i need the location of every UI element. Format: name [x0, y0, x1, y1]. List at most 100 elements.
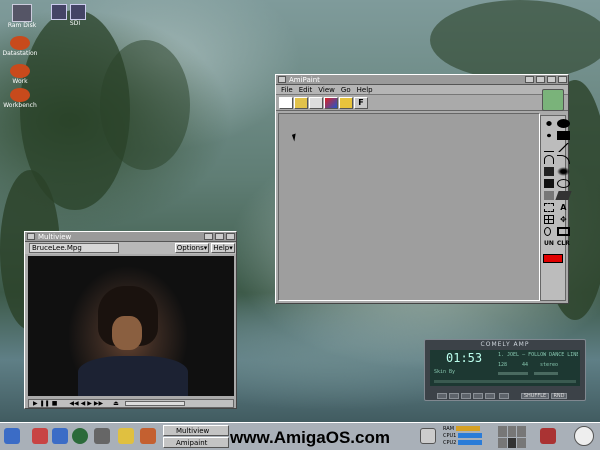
multiview-window: Multiview BruceLee.Mpg Options▾ Help▾ ▶ … — [24, 231, 237, 409]
new-icon[interactable] — [279, 97, 293, 109]
video-frame — [28, 256, 234, 396]
close-icon[interactable] — [278, 76, 286, 83]
floppy-icon — [48, 4, 88, 20]
brush-square-icon[interactable] — [556, 131, 570, 140]
depth-icon[interactable] — [226, 233, 235, 240]
iconify-icon[interactable] — [525, 76, 534, 83]
current-color-swatch[interactable] — [543, 254, 563, 263]
play-icon[interactable]: ▶ — [33, 401, 38, 407]
task-amipaint[interactable]: Amipaint — [163, 437, 229, 448]
desktop-icon-workbench[interactable]: Workbench — [0, 88, 40, 109]
depth-icon[interactable] — [547, 76, 556, 83]
seek-bar[interactable] — [434, 380, 576, 383]
folder-icon[interactable] — [339, 97, 353, 109]
step-back-icon[interactable]: ◀ — [81, 401, 86, 407]
canvas[interactable] — [278, 113, 540, 301]
select-icon[interactable] — [544, 203, 554, 212]
pause-button[interactable] — [461, 393, 471, 399]
brush-small-icon[interactable] — [544, 131, 554, 140]
volume-slider[interactable] — [498, 372, 528, 375]
step-forward-icon[interactable]: ▶ — [87, 401, 92, 407]
amipaint-menubar: File Edit View Go Help — [276, 85, 568, 95]
spray-icon[interactable] — [556, 167, 570, 176]
menu-file[interactable]: File — [281, 85, 293, 94]
font-icon[interactable]: F — [354, 97, 368, 109]
undo-icon[interactable]: UN — [544, 239, 554, 248]
disk-icon — [12, 4, 32, 22]
amipaint-window: AmiPaint File Edit View Go Help F A ✥ UN… — [275, 74, 572, 304]
meter-cpu2: CPU2 — [443, 440, 493, 447]
globe-icon[interactable] — [72, 428, 88, 444]
desktop-icon-sdi[interactable]: SDI — [48, 4, 88, 27]
brush-dots-icon[interactable] — [544, 119, 554, 128]
desktop-icon-ramdisk[interactable]: Ram Disk — [2, 4, 42, 29]
airbrush-icon[interactable] — [555, 191, 572, 200]
rewind-icon[interactable]: ◀◀ — [69, 401, 78, 407]
menu-help[interactable]: Help — [357, 85, 373, 94]
menu-go[interactable]: Go — [341, 85, 351, 94]
seek-slider[interactable] — [124, 401, 185, 406]
line-icon[interactable] — [556, 143, 570, 152]
prefs-icon[interactable] — [540, 428, 556, 444]
prefs-icon[interactable] — [140, 428, 156, 444]
eraser-icon[interactable] — [544, 191, 554, 200]
grid-icon[interactable] — [544, 215, 554, 224]
workspace-grid-icon[interactable] — [498, 426, 526, 448]
cube-icon[interactable] — [52, 428, 68, 444]
paint-icon[interactable] — [118, 428, 134, 444]
close-icon[interactable] — [27, 233, 35, 240]
desktop-icon-datastation[interactable]: Datastation — [0, 36, 40, 57]
brush-circle-icon[interactable] — [556, 119, 570, 128]
amp-title[interactable]: COMELY AMP — [425, 341, 585, 348]
text-icon[interactable]: A — [557, 203, 570, 212]
stop-icon[interactable]: ■ — [52, 401, 58, 407]
filename-field[interactable]: BruceLee.Mpg — [29, 243, 119, 253]
tools-icon[interactable] — [32, 428, 48, 444]
options-menu-button[interactable]: Options▾ — [175, 243, 209, 253]
curve-icon[interactable] — [544, 155, 554, 164]
cube-icon[interactable] — [4, 428, 20, 444]
depth-icon[interactable] — [558, 76, 567, 83]
frame-icon[interactable] — [556, 227, 570, 236]
zoom-icon[interactable] — [536, 76, 545, 83]
fill-icon[interactable] — [544, 167, 554, 176]
next-button[interactable] — [485, 393, 495, 399]
pause-icon[interactable]: ❚❚ — [40, 401, 50, 407]
banner-text[interactable]: www.AmigaOS.com — [230, 428, 390, 448]
menu-edit[interactable]: Edit — [299, 85, 313, 94]
eject-button[interactable] — [499, 393, 509, 399]
fast-forward-icon[interactable]: ▶▶ — [94, 401, 103, 407]
help-menu-button[interactable]: Help▾ — [211, 243, 235, 253]
drive-icon — [10, 64, 30, 78]
balance-slider[interactable] — [534, 372, 558, 375]
desktop-icon-work[interactable]: Work — [0, 64, 40, 85]
rnd-button[interactable]: RND — [551, 393, 567, 399]
pencil-icon[interactable] — [544, 143, 554, 152]
open-icon[interactable] — [294, 97, 308, 109]
menu-view[interactable]: View — [318, 85, 335, 94]
time-display: 01:53 — [446, 351, 483, 365]
move-icon[interactable]: ✥ — [557, 215, 570, 224]
amipaint-titlebar[interactable]: AmiPaint — [276, 75, 568, 85]
arc-icon[interactable] — [556, 155, 570, 164]
eject-icon[interactable]: ⏏ — [113, 401, 119, 407]
ellipse-icon[interactable] — [556, 179, 570, 188]
speaker-icon[interactable] — [94, 428, 110, 444]
palette-icon[interactable] — [324, 97, 338, 109]
magnify-icon[interactable] — [544, 227, 551, 236]
rect-filled-icon[interactable] — [544, 179, 554, 188]
eye-icon — [542, 89, 564, 111]
stop-button[interactable] — [473, 393, 483, 399]
clear-icon[interactable]: CLR — [557, 239, 570, 248]
play-button[interactable] — [449, 393, 459, 399]
printer-icon[interactable] — [420, 428, 436, 444]
iconify-icon[interactable] — [204, 233, 213, 240]
amp-display: 01:53 1. JOEL – FOLLOW DANCE LINE Skin B… — [430, 350, 580, 386]
save-icon[interactable] — [309, 97, 323, 109]
multiview-titlebar[interactable]: Multiview — [25, 232, 236, 242]
prev-button[interactable] — [437, 393, 447, 399]
task-multiview[interactable]: Multiview — [163, 425, 229, 436]
zoom-icon[interactable] — [215, 233, 224, 240]
drive-icon — [10, 88, 30, 102]
shuffle-button[interactable]: SHUFFLE — [521, 393, 549, 399]
